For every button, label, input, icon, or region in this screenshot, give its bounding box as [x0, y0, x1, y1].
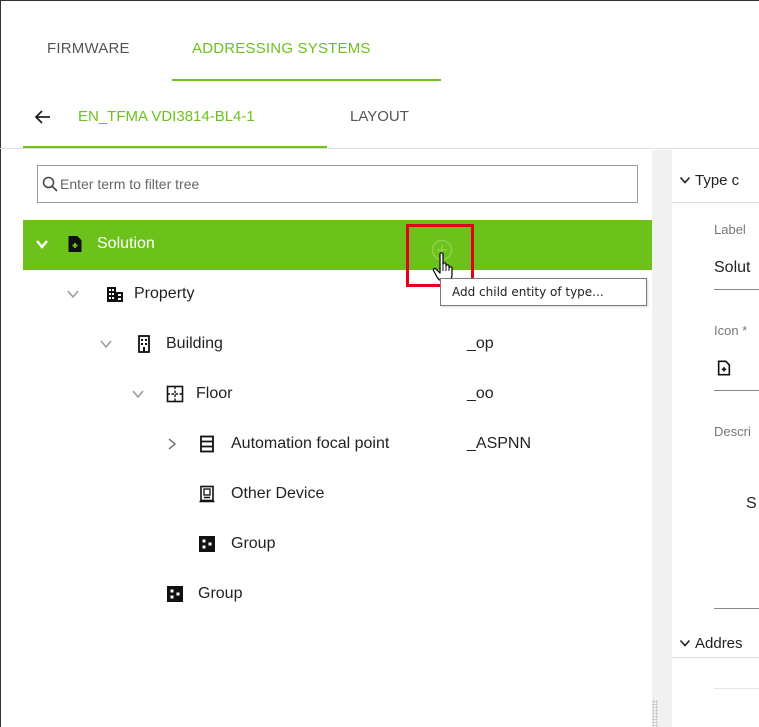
- field-underline: [714, 608, 759, 609]
- tree-node-automation-focal-point[interactable]: Automation focal point _ASPNN: [23, 420, 653, 470]
- tree-node-solution[interactable]: Solution: [23, 220, 653, 270]
- tree-filter-search: [37, 165, 638, 203]
- chevron-down-icon[interactable]: [66, 287, 80, 301]
- back-arrow-icon[interactable]: [34, 108, 52, 126]
- chevron-down-icon[interactable]: [131, 387, 145, 401]
- field-underline: [714, 289, 759, 290]
- tree-node-label: Solution: [97, 235, 155, 252]
- active-tab-indicator: [172, 79, 441, 81]
- solution-icon[interactable]: [716, 359, 732, 377]
- tree-node-label: Building: [166, 335, 223, 352]
- tree-node-label: Floor: [196, 385, 233, 402]
- label-field-label: Label: [714, 222, 746, 237]
- tab-firmware[interactable]: FIRMWARE: [47, 40, 130, 57]
- section-addressing-header[interactable]: Addres: [672, 617, 759, 667]
- tab-addressing-systems[interactable]: ADDRESSING SYSTEMS: [192, 40, 371, 57]
- section-type-header[interactable]: Type c: [672, 154, 759, 204]
- field-underline: [714, 390, 759, 391]
- search-icon: [42, 176, 58, 192]
- automation-focal-point-icon: [200, 435, 214, 453]
- tree-node-building[interactable]: Building _op: [23, 320, 653, 370]
- tree-node-floor[interactable]: Floor _oo: [23, 370, 653, 420]
- chevron-down-icon[interactable]: [679, 637, 691, 649]
- section-title: Addres: [695, 635, 743, 652]
- details-panel: Type c Label Solut Icon * Descri S Addre…: [672, 150, 759, 727]
- resize-grip[interactable]: [652, 700, 658, 727]
- group-icon: [167, 586, 183, 602]
- chevron-down-icon[interactable]: [35, 237, 49, 251]
- tree-node-other-device[interactable]: Other Device: [23, 470, 653, 520]
- search-input[interactable]: [60, 168, 630, 200]
- tree-node-label: Other Device: [231, 485, 325, 502]
- floor-icon: [166, 385, 184, 403]
- add-child-tooltip: Add child entity of type...: [440, 278, 647, 306]
- solution-icon: [68, 236, 82, 252]
- sub-tab-bar: EN_TFMA VDI3814-BL4-1 LAYOUT: [0, 82, 759, 150]
- tab-project[interactable]: EN_TFMA VDI3814-BL4-1: [78, 108, 255, 125]
- divider: [672, 202, 759, 203]
- chevron-down-icon[interactable]: [679, 174, 691, 186]
- building-icon: [138, 335, 150, 353]
- tree-node-group[interactable]: Group: [23, 520, 653, 570]
- group-icon: [199, 536, 215, 552]
- divider: [0, 148, 759, 149]
- description-field-label: Descri: [714, 424, 751, 439]
- other-device-icon: [199, 485, 215, 503]
- divider: [672, 657, 759, 658]
- tab-layout[interactable]: LAYOUT: [350, 108, 409, 125]
- section-title: Type c: [695, 172, 740, 189]
- tree-node-label: Automation focal point: [231, 435, 390, 452]
- tree-panel: Solution Property Building _op: [23, 150, 653, 727]
- top-tab-bar: FIRMWARE ADDRESSING SYSTEMS: [0, 0, 759, 82]
- tree-node-group[interactable]: Group: [23, 570, 653, 620]
- chevron-right-icon[interactable]: [165, 437, 179, 451]
- chevron-down-icon[interactable]: [99, 337, 113, 351]
- tree-node-code: _ASPNN: [467, 435, 532, 452]
- tree-node-code: _op: [467, 335, 494, 352]
- tree-node-label: Group: [231, 535, 276, 552]
- property-icon: [107, 287, 123, 302]
- tree-node-label: Group: [198, 585, 243, 602]
- description-field-value[interactable]: S: [746, 495, 757, 513]
- tree-node-code: _oo: [467, 385, 494, 402]
- tree-node-label: Property: [134, 285, 195, 302]
- panel-splitter[interactable]: [652, 150, 672, 727]
- icon-field-label: Icon *: [714, 323, 748, 338]
- divider: [714, 688, 759, 689]
- label-field-value[interactable]: Solut: [714, 259, 750, 277]
